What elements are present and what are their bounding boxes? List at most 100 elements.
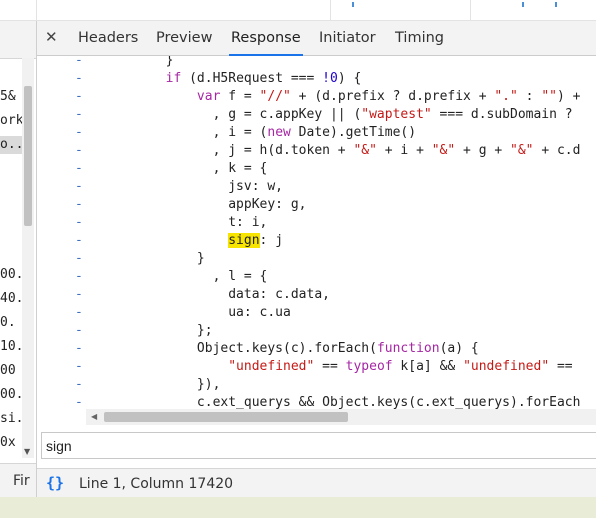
code-line: - }), [37,376,596,394]
code-text: }), [103,376,221,394]
scroll-left-arrow-icon[interactable]: ◀ [91,412,97,422]
line-gutter-marker: - [75,215,83,230]
pretty-print-icon[interactable]: {} [46,473,64,493]
code-token: "&" [431,143,456,158]
line-gutter-marker: - [75,359,83,374]
tab-response[interactable]: Response [229,21,303,56]
request-row[interactable]: 00. [0,266,22,284]
line-gutter-marker: - [75,71,83,86]
line-gutter-marker: - [75,395,83,409]
scroll-down-arrow-icon[interactable]: ▼ [24,448,30,456]
code-line: - var f = "//" + (d.prefix ? d.prefix + … [37,88,596,106]
response-source-viewer[interactable]: - } - if (d.H5Request === !0) {- var f = … [37,56,596,409]
code-line: - } [37,250,596,268]
request-row[interactable]: 10. [0,338,22,356]
horizontal-scrollbar[interactable]: ◀ [86,409,596,425]
code-text: Object.keys(c).forEach(function(a) { [103,340,479,358]
code-text: data: c.data, [103,286,330,304]
code-token: !0 [322,71,338,86]
tab-timing[interactable]: Timing [395,21,444,55]
column-divider [470,0,471,20]
code-line: - "undefined" == typeof k[a] && "undefin… [37,358,596,376]
line-gutter-marker: - [75,56,83,68]
code-text: , k = { [103,160,268,178]
filter-label[interactable]: Fir [0,463,36,497]
code-token: "" [541,89,557,104]
code-line: - , l = { [37,268,596,286]
code-line: - Object.keys(c).forEach(function(a) { [37,340,596,358]
code-token: ua: c.ua [103,305,291,320]
code-token: } [103,251,205,266]
code-token: , k = { [103,161,268,176]
code-token: } [103,56,174,68]
code-line: - , j = h(d.token + "&" + i + "&" + g + … [37,142,596,160]
code-text: sign: j [103,232,283,250]
code-token: "." [494,89,518,104]
request-row[interactable]: 5& [0,88,22,106]
search-input[interactable] [46,435,566,456]
scrollbar-thumb[interactable] [104,412,348,422]
line-gutter-marker: - [75,89,83,104]
code-token: Object.keys(c).forEach( [103,341,377,356]
details-tab-bar: ✕ Headers Preview Response Initiator Tim… [37,21,596,56]
cursor-position: Line 1, Column 17420 [79,476,234,492]
code-token: ) + [556,89,581,104]
request-row[interactable]: 0. [0,314,22,332]
code-text: appKey: g, [103,196,306,214]
code-token: + i + [376,143,432,158]
code-text: jsv: w, [103,178,283,196]
code-token: function [376,341,440,356]
code-line: - data: c.data, [37,286,596,304]
request-row[interactable]: 00. [0,386,22,404]
line-gutter-marker: - [75,197,83,212]
code-token: k[a] && [392,359,464,374]
code-line: - if (d.H5Request === !0) { [37,70,596,88]
code-token: "//" [259,89,291,104]
code-token: == [314,359,346,374]
code-token: f = [220,89,260,104]
code-token: "undefined" [463,359,550,374]
search-box[interactable] [41,432,596,459]
code-line: - }; [37,322,596,340]
scrollbar-thumb[interactable] [24,86,32,226]
request-list-scrollbar[interactable]: ▼ [22,58,34,458]
code-text: ua: c.ua [103,304,291,322]
code-line: - sign: j [37,232,596,250]
line-gutter-marker: - [75,341,83,356]
request-row[interactable]: ork [0,112,22,130]
request-row[interactable]: o.. [0,136,22,154]
taskbar-strip [0,497,596,518]
column-divider [330,0,331,20]
code-text: , j = h(d.token + "&" + i + "&" + g + "&… [103,142,581,160]
request-row[interactable]: si.. [0,410,22,428]
code-token: + (d.prefix ? d.prefix + [290,89,495,104]
request-row[interactable]: 00 [0,362,22,380]
code-text: , i = (new Date).getTime() [103,124,417,142]
code-token: == [549,359,573,374]
code-token: (a) { [439,341,479,356]
close-icon[interactable]: ✕ [45,28,58,46]
code-text: }; [103,322,213,340]
code-text: c.ext_querys && Object.keys(c.ext_querys… [103,394,581,409]
line-gutter-marker: - [75,143,83,158]
tab-headers[interactable]: Headers [78,21,138,55]
tab-preview[interactable]: Preview [156,21,212,55]
line-gutter-marker: - [75,107,83,122]
code-token: c.ext_querys && Object.keys(c.ext_querys… [103,395,581,409]
request-list[interactable]: 5&ork o.. 00. 40. 0. 10. 00 00. si.. 0x ▼ Fir [0,21,37,497]
code-text: "undefined" == typeof k[a] && "undefined… [103,358,573,376]
line-gutter-marker: - [75,161,83,176]
code-token: new [267,125,291,140]
code-token: , g = c.appKey || ( [103,107,362,122]
request-row[interactable]: 0x [0,434,22,452]
code-token: data: c.data, [103,287,330,302]
code-line: - appKey: g, [37,196,596,214]
timeline-tick [522,2,524,7]
code-token: typeof [345,359,393,374]
tab-initiator[interactable]: Initiator [319,21,376,55]
request-row[interactable]: 40. [0,290,22,308]
code-token: + c.d [533,143,581,158]
